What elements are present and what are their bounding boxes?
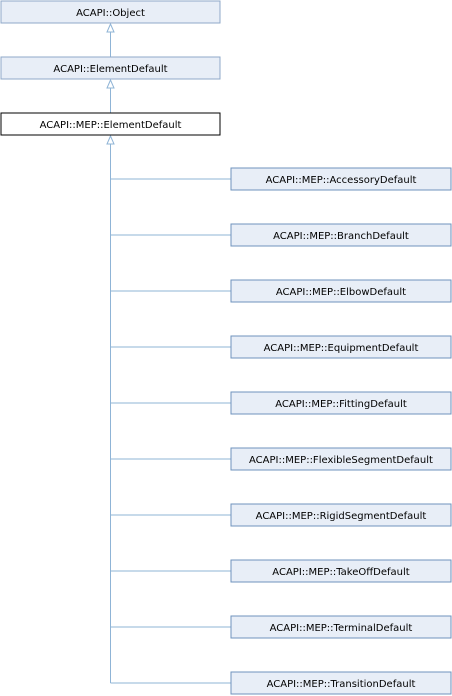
class-node-terminal-default-label: ACAPI::MEP::TerminalDefault: [270, 623, 413, 634]
edge-arrow-mep-element-default: [106, 134, 115, 145]
class-node-terminal-default[interactable]: ACAPI::MEP::TerminalDefault: [230, 615, 452, 639]
class-node-branch-default-label: ACAPI::MEP::BranchDefault: [273, 231, 409, 242]
class-node-mep-element-default-label: ACAPI::MEP::ElementDefault: [40, 120, 182, 131]
class-node-rigid-segment-default[interactable]: ACAPI::MEP::RigidSegmentDefault: [230, 503, 452, 527]
class-node-element-default-label: ACAPI::ElementDefault: [53, 64, 167, 75]
class-node-elbow-default[interactable]: ACAPI::MEP::ElbowDefault: [230, 279, 452, 303]
inheritance-diagram: ACAPI::Object ACAPI::ElementDefault ACAP…: [0, 0, 452, 695]
class-node-branch-default[interactable]: ACAPI::MEP::BranchDefault: [230, 223, 452, 247]
class-node-take-off-default[interactable]: ACAPI::MEP::TakeOffDefault: [230, 559, 452, 583]
class-node-equipment-default[interactable]: ACAPI::MEP::EquipmentDefault: [230, 335, 452, 359]
class-node-take-off-default-label: ACAPI::MEP::TakeOffDefault: [272, 567, 409, 578]
derived-classes: ACAPI::MEP::AccessoryDefaultACAPI::MEP::…: [230, 167, 452, 695]
class-node-fitting-default[interactable]: ACAPI::MEP::FittingDefault: [230, 391, 452, 415]
class-node-equipment-default-label: ACAPI::MEP::EquipmentDefault: [264, 343, 419, 354]
class-node-accessory-default[interactable]: ACAPI::MEP::AccessoryDefault: [230, 167, 452, 191]
class-node-fitting-default-label: ACAPI::MEP::FittingDefault: [275, 399, 407, 410]
class-node-object[interactable]: ACAPI::Object: [0, 0, 221, 24]
class-node-flexible-segment-default[interactable]: ACAPI::MEP::FlexibleSegmentDefault: [230, 447, 452, 471]
class-node-element-default[interactable]: ACAPI::ElementDefault: [0, 56, 221, 80]
class-node-mep-element-default: ACAPI::MEP::ElementDefault: [0, 112, 221, 136]
class-node-object-label: ACAPI::Object: [76, 8, 145, 19]
class-node-flexible-segment-default-label: ACAPI::MEP::FlexibleSegmentDefault: [249, 455, 433, 466]
class-node-transition-default[interactable]: ACAPI::MEP::TransitionDefault: [230, 671, 452, 695]
class-node-transition-default-label: ACAPI::MEP::TransitionDefault: [267, 679, 416, 690]
class-node-accessory-default-label: ACAPI::MEP::AccessoryDefault: [266, 175, 417, 186]
edge-arrow-element-default: [106, 78, 115, 89]
class-node-elbow-default-label: ACAPI::MEP::ElbowDefault: [276, 287, 406, 298]
edge-arrow-object: [106, 22, 115, 33]
class-node-rigid-segment-default-label: ACAPI::MEP::RigidSegmentDefault: [256, 511, 427, 522]
